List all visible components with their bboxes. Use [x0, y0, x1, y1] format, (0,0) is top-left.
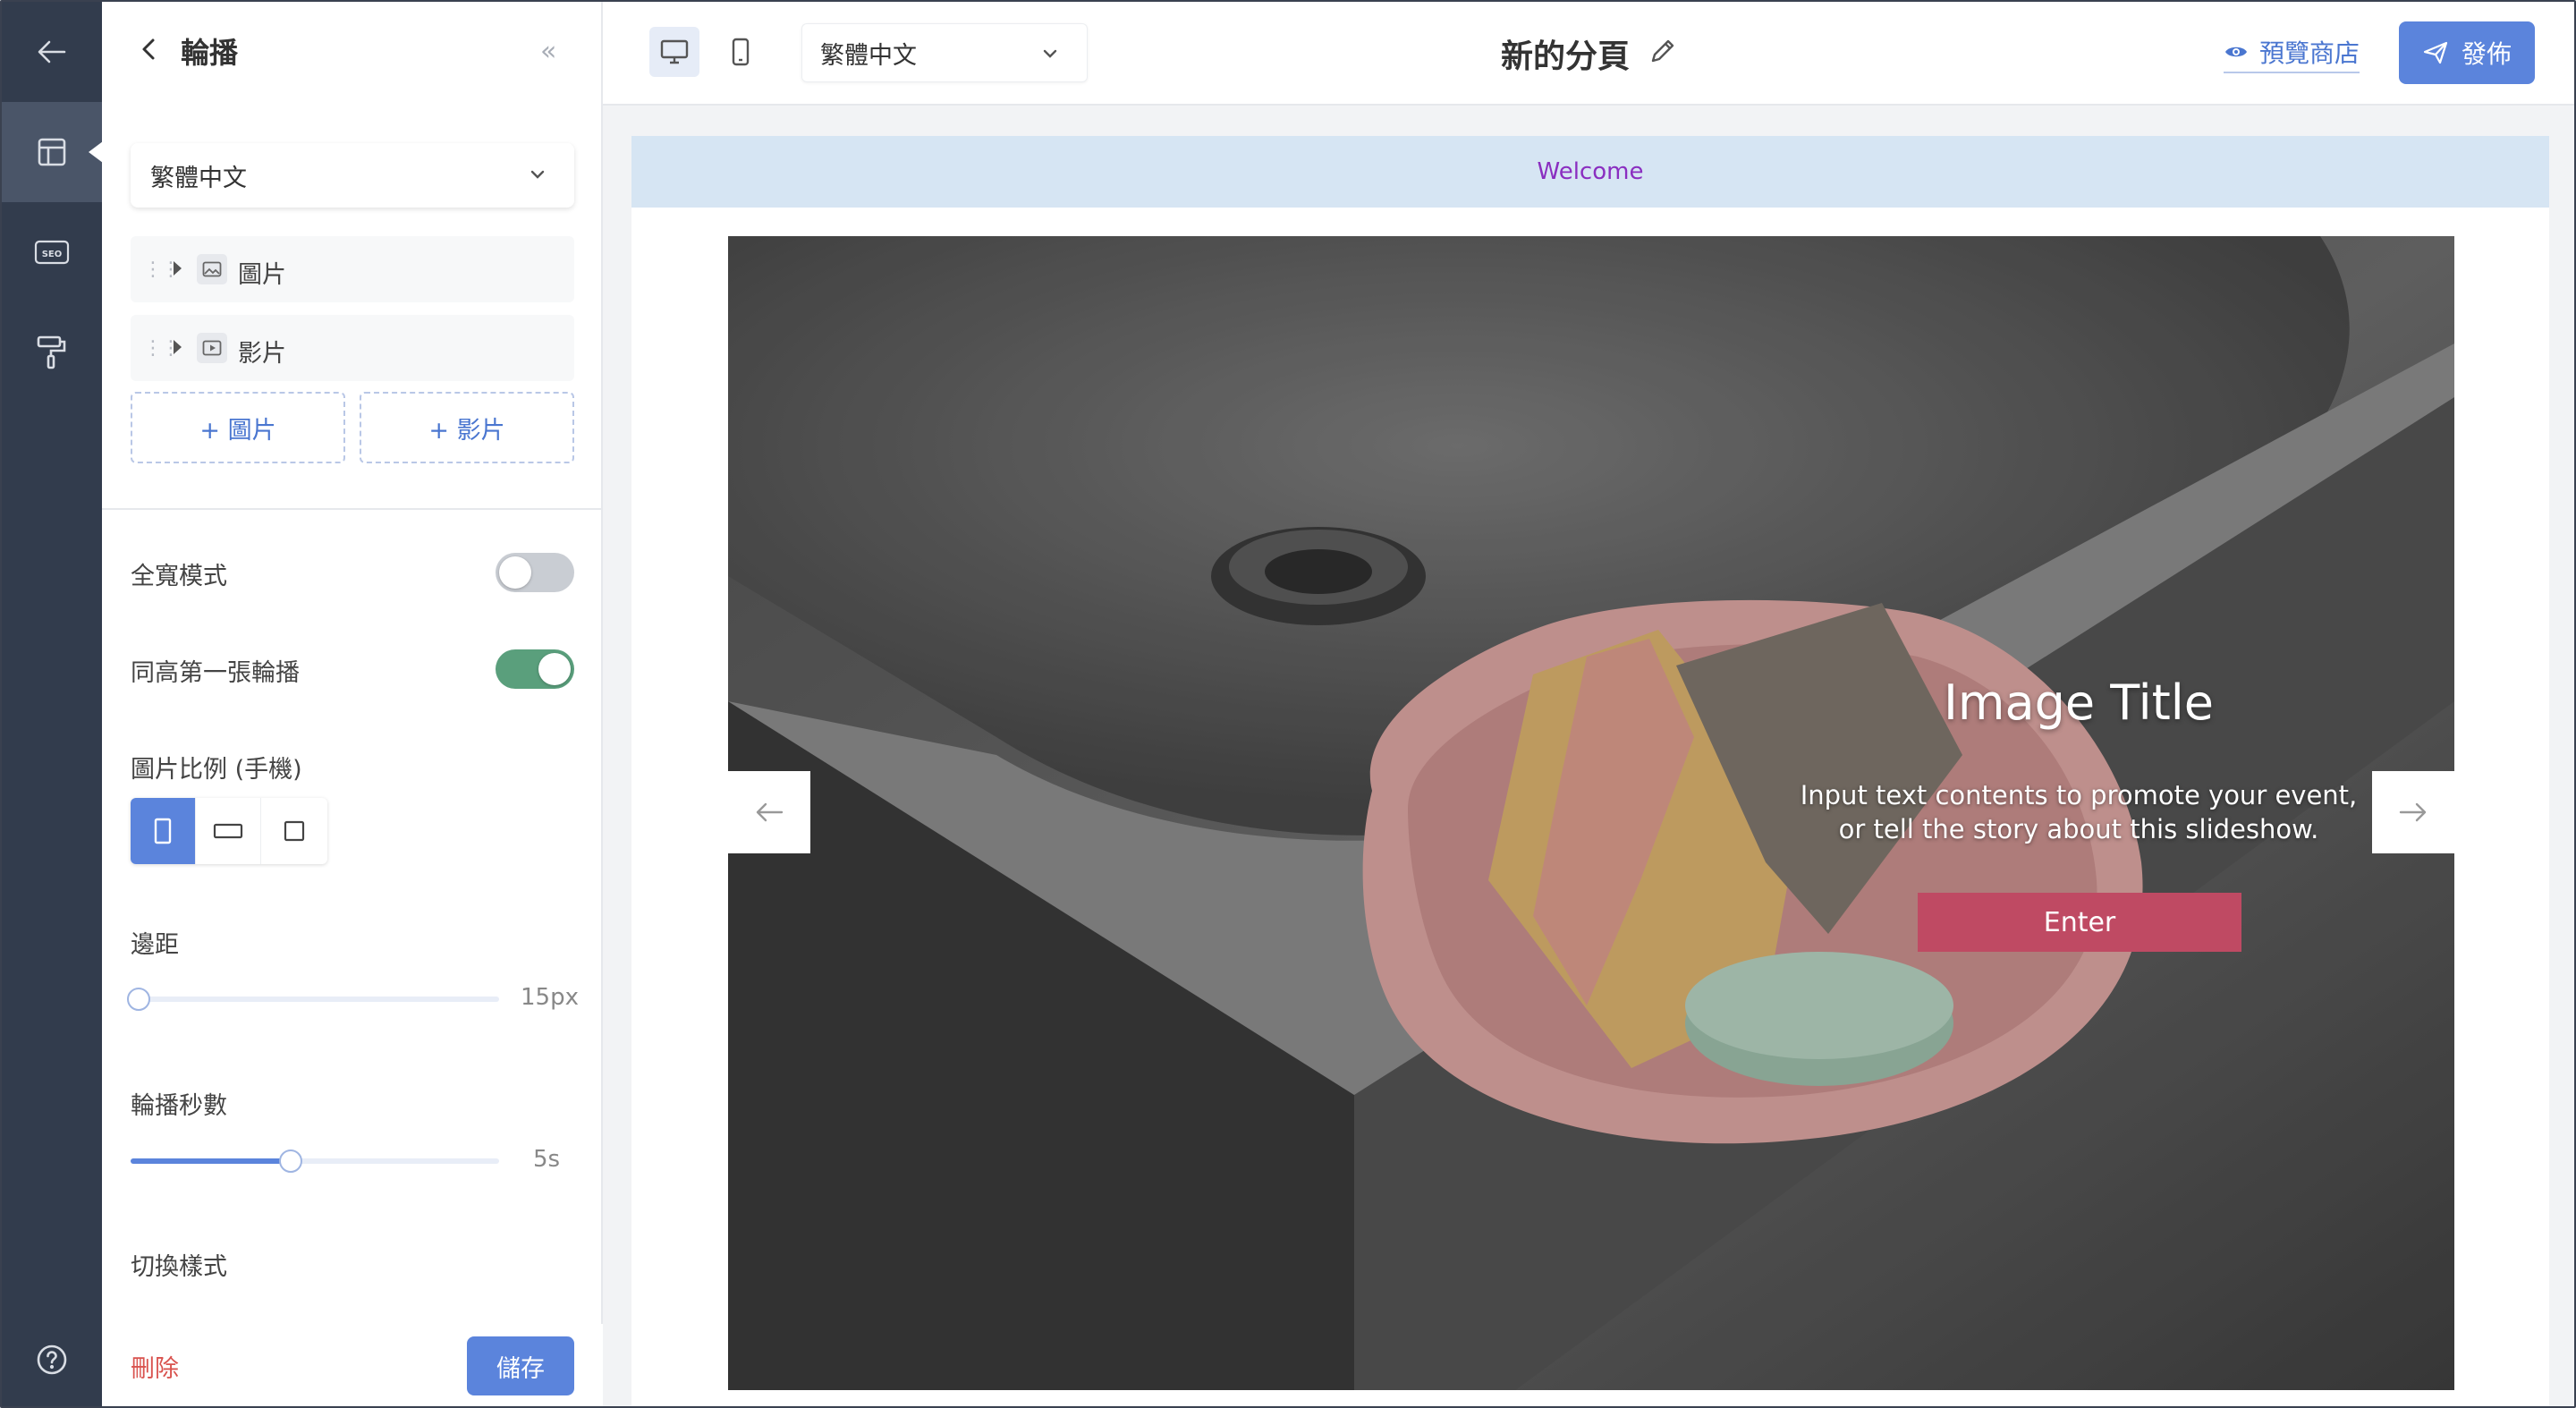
add-video-button[interactable]: + 影片	[360, 392, 574, 463]
settings-panel: 輪播 « 繁體中文 ⋮⋮ 圖片 ⋮⋮ 影片 + 圖片 + 影片 全寬模式 同高第…	[102, 2, 603, 1406]
slide-title[interactable]: Image Title	[1873, 674, 2284, 731]
collapse-panel-icon[interactable]: «	[540, 36, 556, 67]
panel-divider	[102, 508, 603, 510]
delete-button[interactable]: 刪除	[131, 1349, 179, 1384]
publish-button[interactable]: 發佈	[2399, 21, 2535, 84]
slide-description[interactable]: Input text contents to promote your even…	[1784, 778, 2374, 846]
ratio-portrait-button[interactable]	[131, 798, 196, 864]
toolbar-language-value: 繁體中文	[820, 41, 917, 70]
save-button[interactable]: 儲存	[467, 1336, 574, 1395]
panel-header: 輪播 «	[102, 2, 603, 100]
back-arrow-icon	[38, 40, 66, 64]
chevron-down-icon	[1043, 49, 1057, 58]
duration-slider[interactable]	[131, 1149, 499, 1173]
page-canvas: Welcome Image Title Input text contents …	[631, 136, 2549, 1406]
publish-label: 發佈	[2461, 39, 2512, 69]
svg-text:SEO: SEO	[42, 250, 63, 259]
arrow-right-icon	[2399, 802, 2427, 822]
panel-language-select[interactable]: 繁體中文	[131, 143, 574, 208]
toolbar-language-select[interactable]: 繁體中文	[801, 23, 1088, 82]
seo-icon: SEO	[34, 240, 70, 265]
transition-select-value: ...	[150, 1308, 174, 1324]
image-icon	[197, 254, 227, 284]
margin-slider-thumb[interactable]	[127, 988, 150, 1011]
square-ratio-icon	[284, 820, 304, 842]
send-icon	[2423, 41, 2448, 64]
announcement-text: Welcome	[1537, 158, 1644, 185]
icon-rail: SEO	[2, 2, 103, 1406]
eye-icon	[2225, 47, 2247, 57]
panel-title: 輪播	[181, 36, 239, 70]
same-height-toggle[interactable]	[496, 649, 574, 689]
app-window: SEO 輪播 « 繁體中文 ⋮⋮ 圖片 ⋮⋮ 影片 + 圖片 + 影片 全寬模式…	[0, 0, 2576, 1408]
chevron-down-icon	[530, 170, 545, 179]
slide-item-label: 影片	[238, 340, 286, 368]
desktop-view-button[interactable]	[649, 27, 699, 77]
rail-back-button[interactable]	[2, 2, 102, 102]
transition-select[interactable]: ...	[131, 1297, 574, 1324]
desktop-icon	[660, 39, 689, 64]
arrow-left-icon	[756, 802, 784, 822]
duration-slider-thumb[interactable]	[278, 1149, 302, 1173]
pencil-icon[interactable]	[1648, 36, 1678, 66]
slide-cta-button[interactable]: Enter	[1918, 893, 2241, 952]
add-image-button[interactable]: + 圖片	[131, 392, 345, 463]
expand-caret-icon[interactable]	[174, 340, 182, 354]
ratio-landscape-button[interactable]	[196, 798, 261, 864]
portrait-ratio-icon	[154, 818, 172, 844]
paint-roller-icon	[37, 335, 66, 369]
slide-item-image[interactable]: ⋮⋮ 圖片	[131, 236, 574, 302]
expand-caret-icon[interactable]	[174, 261, 182, 276]
panel-language-value: 繁體中文	[150, 164, 247, 192]
margin-value: 15px	[521, 984, 579, 1011]
announcement-bar[interactable]: Welcome	[631, 136, 2549, 208]
ratio-label: 圖片比例 (手機)	[131, 756, 302, 784]
mobile-view-button[interactable]	[716, 27, 766, 77]
help-icon	[37, 1344, 67, 1375]
transition-label: 切換樣式	[131, 1253, 227, 1281]
full-width-toggle[interactable]	[496, 553, 574, 592]
landscape-ratio-icon	[213, 823, 243, 839]
layout-icon	[38, 138, 66, 166]
toggle-knob	[538, 653, 571, 685]
ratio-square-button[interactable]	[261, 798, 326, 864]
video-icon	[197, 333, 227, 363]
rail-layout-button[interactable]	[2, 102, 103, 202]
preview-store-label: 預覽商店	[2259, 38, 2360, 68]
rail-seo-button[interactable]: SEO	[2, 202, 102, 302]
rail-style-button[interactable]	[2, 302, 102, 403]
margin-slider[interactable]	[127, 988, 499, 1011]
duration-value: 5s	[533, 1146, 561, 1173]
chevron-left-icon[interactable]	[136, 36, 163, 63]
carousel-prev-button[interactable]	[728, 771, 810, 853]
same-height-label: 同高第一張輪播	[131, 659, 300, 687]
ratio-button-group	[131, 798, 327, 864]
toggle-knob	[499, 556, 531, 589]
rail-help-button[interactable]	[2, 1310, 102, 1406]
duration-label: 輪播秒數	[131, 1092, 227, 1120]
carousel-next-button[interactable]	[2372, 771, 2454, 853]
full-width-label: 全寬模式	[131, 563, 227, 590]
duration-slider-fill	[131, 1158, 293, 1164]
carousel-slide[interactable]: Image Title Input text contents to promo…	[728, 236, 2454, 1390]
panel-footer: 刪除 儲存	[102, 1324, 603, 1406]
margin-label: 邊距	[131, 931, 179, 959]
page-title: 新的分頁	[1501, 38, 1631, 75]
editor-toolbar: 繁體中文 新的分頁 預覽商店 發佈	[603, 2, 2574, 106]
slide-item-video[interactable]: ⋮⋮ 影片	[131, 315, 574, 381]
preview-store-link[interactable]: 預覽商店	[2224, 34, 2360, 73]
slide-item-label: 圖片	[238, 261, 286, 289]
mobile-icon	[732, 38, 750, 66]
